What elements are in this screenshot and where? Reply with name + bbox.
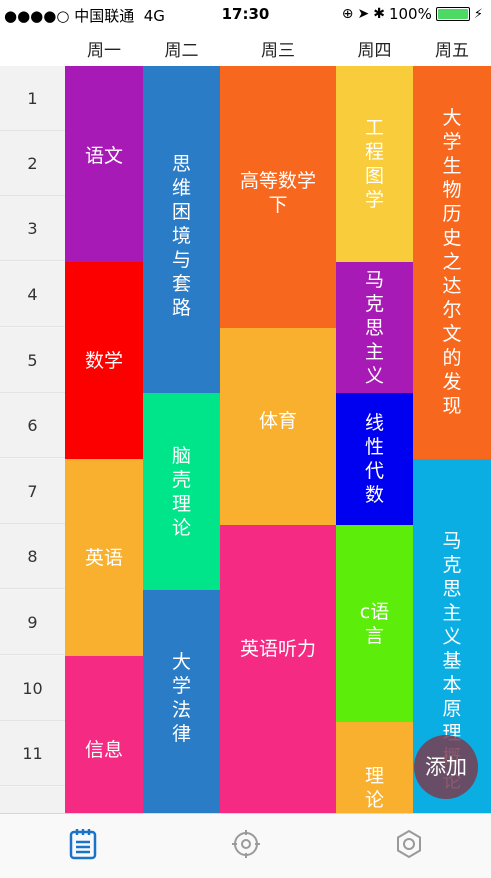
day-mon: 周一 bbox=[87, 41, 121, 61]
period-number: 4 bbox=[0, 262, 65, 327]
period-number: 8 bbox=[0, 524, 65, 589]
course-card-law[interactable]: 大学法律 bbox=[143, 590, 220, 813]
tab-bar bbox=[0, 813, 491, 878]
schedule-icon bbox=[69, 829, 97, 860]
course-card-biology-history[interactable]: 大学生物历史之达尔文的发现 bbox=[413, 66, 491, 459]
course-card-brain-theory[interactable]: 脑壳理论 bbox=[143, 393, 220, 590]
tab-explore[interactable] bbox=[226, 824, 266, 864]
course-card-marxism[interactable]: 马克思主义 bbox=[336, 262, 413, 393]
day-header: 周一 周二 周三 周四 周五 bbox=[0, 30, 491, 66]
course-card-english[interactable]: 英语 bbox=[65, 459, 143, 656]
course-card-thinking[interactable]: 思维困境与套路 bbox=[143, 66, 220, 393]
period-number: 9 bbox=[0, 590, 65, 655]
timetable-grid[interactable]: 1 2 3 4 5 6 7 8 9 10 11 语文 数学 英语 信息 思维困境… bbox=[0, 66, 491, 813]
tab-settings[interactable] bbox=[389, 824, 429, 864]
course-card-math[interactable]: 数学 bbox=[65, 262, 143, 459]
charging-icon: ⚡ bbox=[473, 6, 483, 22]
day-fri: 周五 bbox=[435, 41, 469, 61]
course-card-info[interactable]: 信息 bbox=[65, 656, 143, 813]
course-card-chinese[interactable]: 语文 bbox=[65, 66, 143, 262]
battery-icon bbox=[435, 7, 470, 21]
day-wed: 周三 bbox=[261, 41, 295, 61]
period-number: 11 bbox=[0, 721, 65, 786]
day-thu: 周四 bbox=[357, 41, 392, 61]
course-card-c-language[interactable]: c语言 bbox=[336, 525, 413, 722]
period-number: 7 bbox=[0, 459, 65, 524]
period-number: 6 bbox=[0, 393, 65, 458]
tab-schedule[interactable] bbox=[63, 824, 103, 864]
location-icon: ➤ bbox=[357, 6, 370, 22]
day-tue: 周二 bbox=[164, 41, 199, 61]
lock-rotation-icon: ⊕ bbox=[341, 6, 354, 22]
status-bar: ●●●●○ 中国联通 4G 17:30 ⊕ ➤ ✱ 100% ⚡ bbox=[0, 0, 491, 30]
course-card-advanced-math[interactable]: 高等数学下 bbox=[220, 66, 336, 328]
status-right: ⊕ ➤ ✱ 100% ⚡ bbox=[342, 5, 483, 23]
course-card-theory[interactable]: 理论 bbox=[336, 722, 413, 813]
add-course-button[interactable]: 添加 bbox=[414, 735, 478, 799]
settings-icon bbox=[397, 829, 421, 859]
period-number bbox=[0, 787, 65, 813]
course-card-pe[interactable]: 体育 bbox=[220, 328, 336, 525]
period-number: 5 bbox=[0, 328, 65, 393]
bluetooth-icon: ✱ bbox=[373, 6, 385, 22]
period-number: 2 bbox=[0, 131, 65, 196]
explore-icon bbox=[232, 830, 260, 858]
course-card-linear-algebra[interactable]: 线性代数 bbox=[336, 393, 413, 525]
course-card-engineering-drawing[interactable]: 工程图学 bbox=[336, 66, 413, 262]
battery-percent: 100% bbox=[388, 5, 432, 23]
course-card-english-listening[interactable]: 英语听力 bbox=[220, 525, 336, 813]
period-number: 1 bbox=[0, 66, 65, 131]
period-number: 3 bbox=[0, 196, 65, 261]
period-number: 10 bbox=[0, 656, 65, 721]
